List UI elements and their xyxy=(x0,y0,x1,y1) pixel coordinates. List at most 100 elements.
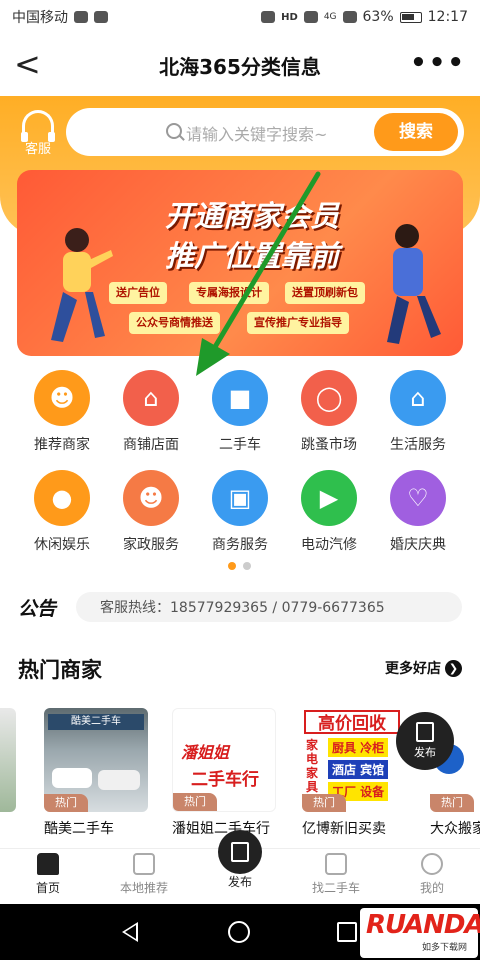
basket-icon: ◯ xyxy=(301,370,357,426)
battery-percent: 63% xyxy=(362,9,394,25)
category-label: 跳蚤市场 xyxy=(301,437,357,453)
tab-local-recommend[interactable]: 本地推荐 xyxy=(96,853,192,896)
balloon-icon: ♡ xyxy=(390,470,446,526)
category-electric-repair[interactable]: ▶ 电动汽修 xyxy=(284,470,374,554)
pagination-dot-active[interactable] xyxy=(228,562,236,570)
carousel-pagination xyxy=(228,562,251,570)
category-label: 婚庆庆典 xyxy=(390,537,446,553)
category-label: 二手车 xyxy=(219,437,261,453)
banner-title: 开通商家会员 推广位置靠前 xyxy=(137,196,367,276)
merchant-card[interactable]: 高价回收 家电家具 厨具 冷柜 酒店 宾馆 工厂 设备 热门 亿博新旧买卖 xyxy=(302,708,410,838)
more-shops-link[interactable]: 更多好店 ❯ xyxy=(385,658,462,678)
merchant-card[interactable]: 酷美二手车 热门 酷美二手车 xyxy=(44,708,152,838)
edit-icon xyxy=(416,722,434,742)
customer-service-label: 客服 xyxy=(24,142,51,157)
store-icon: ⌂ xyxy=(123,370,179,426)
category-housekeeping[interactable]: ☻ 家政服务 xyxy=(106,470,196,554)
hot-badge: 热门 xyxy=(430,794,474,812)
more-shops-label: 更多好店 xyxy=(385,661,441,677)
house-icon: ⌂ xyxy=(390,370,446,426)
merchant-card[interactable]: 潘姐姐 二手车行 热门 潘姐姐二手车行 xyxy=(172,708,280,838)
publish-icon[interactable] xyxy=(218,830,262,874)
logo-text: 潘姐姐 xyxy=(181,743,230,762)
banner-title-line2: 推广位置靠前 xyxy=(164,239,339,273)
promo-banner[interactable]: 开通商家会员 推广位置靠前 送广告位 专属海报设计 送置顶刷新包 公众号商情推送… xyxy=(17,170,463,356)
system-home-icon[interactable] xyxy=(228,921,250,943)
customer-service-button[interactable]: 客服 xyxy=(16,110,60,157)
signal-icon xyxy=(342,11,357,23)
category-label: 生活服务 xyxy=(390,437,446,453)
system-back-icon[interactable] xyxy=(122,922,138,942)
category-recommended-merchants[interactable]: ☻ 推荐商家 xyxy=(17,370,107,454)
carrier-label: 中国移动 xyxy=(12,10,68,26)
category-label: 推荐商家 xyxy=(34,437,90,453)
headset-icon xyxy=(21,110,55,142)
message-icon xyxy=(94,11,108,23)
merchant-name: 大众搬家 xyxy=(430,821,480,837)
floating-publish-label: 发布 xyxy=(414,746,436,759)
tab-label: 本地推荐 xyxy=(119,881,168,895)
briefcase-icon: ▣ xyxy=(212,470,268,526)
tab-find-used-car[interactable]: 找二手车 xyxy=(288,853,384,896)
hot-badge: 热门 xyxy=(173,793,217,811)
merchant-image xyxy=(0,708,16,812)
banner-tag: 专属海报设计 xyxy=(189,282,269,304)
search-input[interactable]: 请输入关键字搜索~ xyxy=(186,121,327,145)
category-label: 商铺店面 xyxy=(123,437,179,453)
vibrate-icon xyxy=(261,11,276,23)
category-flea-market[interactable]: ◯ 跳蚤市场 xyxy=(284,370,374,454)
hot-badge: 热门 xyxy=(44,794,88,812)
person-icon: ☻ xyxy=(34,370,90,426)
wechat-icon xyxy=(74,11,88,23)
more-menu-button[interactable]: ••• xyxy=(410,50,466,76)
floating-publish-button[interactable]: 发布 xyxy=(396,712,454,770)
scooter-icon: ▶ xyxy=(301,470,357,526)
wifi-icon xyxy=(303,11,318,23)
category-label: 电动汽修 xyxy=(301,537,357,553)
page-title: 北海365分类信息 xyxy=(159,54,321,79)
category-wedding-celebration[interactable]: ♡ 婚庆庆典 xyxy=(373,470,463,554)
search-icon xyxy=(166,123,182,139)
search-bar[interactable]: 请输入关键字搜索~ 搜索 xyxy=(66,108,464,156)
recycle-side-text: 家电家具 xyxy=(306,738,319,794)
tab-home[interactable]: 首页 xyxy=(0,853,96,896)
banner-title-line1: 开通商家会员 xyxy=(164,199,339,233)
category-shop-storefront[interactable]: ⌂ 商铺店面 xyxy=(106,370,196,454)
chevron-right-icon: ❯ xyxy=(445,659,462,677)
system-recents-icon[interactable] xyxy=(337,922,357,942)
category-life-services[interactable]: ⌂ 生活服务 xyxy=(373,370,463,454)
merchant-name: 亿博新旧买卖 xyxy=(302,821,386,837)
merchant-image: 潘姐姐 二手车行 热门 xyxy=(172,708,276,812)
clock: 12:17 xyxy=(427,9,468,25)
status-bar: 中国移动 HD 4G 63% 12:17 xyxy=(0,0,480,34)
watermark-subtext: 如多下载网 xyxy=(422,943,468,953)
hotline-text: 客服热线：18577929365 / 0779-6677365 xyxy=(100,600,385,616)
car-icon: ■ xyxy=(212,370,268,426)
tab-label: 我的 xyxy=(419,881,444,895)
tab-label: 发布 xyxy=(227,875,252,889)
hot-badge: 热门 xyxy=(302,794,346,812)
announcement-bar[interactable]: 公告 客服热线：18577929365 / 0779-6677365 xyxy=(18,592,462,622)
woman-figure-illustration xyxy=(51,228,113,342)
category-leisure-entertainment[interactable]: ● 休闲娱乐 xyxy=(17,470,107,554)
category-used-cars[interactable]: ■ 二手车 xyxy=(195,370,285,454)
car-shape xyxy=(52,768,92,788)
recycle-item: 厨具 冷柜 xyxy=(328,738,389,757)
battery-icon xyxy=(399,11,422,23)
tab-mine[interactable]: 我的 xyxy=(384,853,480,896)
banner-tag: 送广告位 xyxy=(109,282,167,304)
face-icon xyxy=(421,853,443,875)
recycle-headline: 高价回收 xyxy=(304,710,400,734)
storefront-sign: 酷美二手车 xyxy=(48,714,144,730)
announcement-logo: 公告 xyxy=(18,598,57,620)
category-label: 家政服务 xyxy=(123,537,179,553)
gamepad-icon: ● xyxy=(34,470,90,526)
tab-publish[interactable]: 发布 xyxy=(192,873,288,890)
back-button[interactable]: < xyxy=(14,48,44,80)
search-button[interactable]: 搜索 xyxy=(374,113,458,151)
navbar: < 北海365分类信息 ••• xyxy=(0,34,480,96)
pagination-dot[interactable] xyxy=(243,562,251,570)
merchant-card-partial[interactable] xyxy=(0,708,20,838)
watermark-logo: RUANDAO 如多下载网 xyxy=(360,908,480,958)
category-business-services[interactable]: ▣ 商务服务 xyxy=(195,470,285,554)
